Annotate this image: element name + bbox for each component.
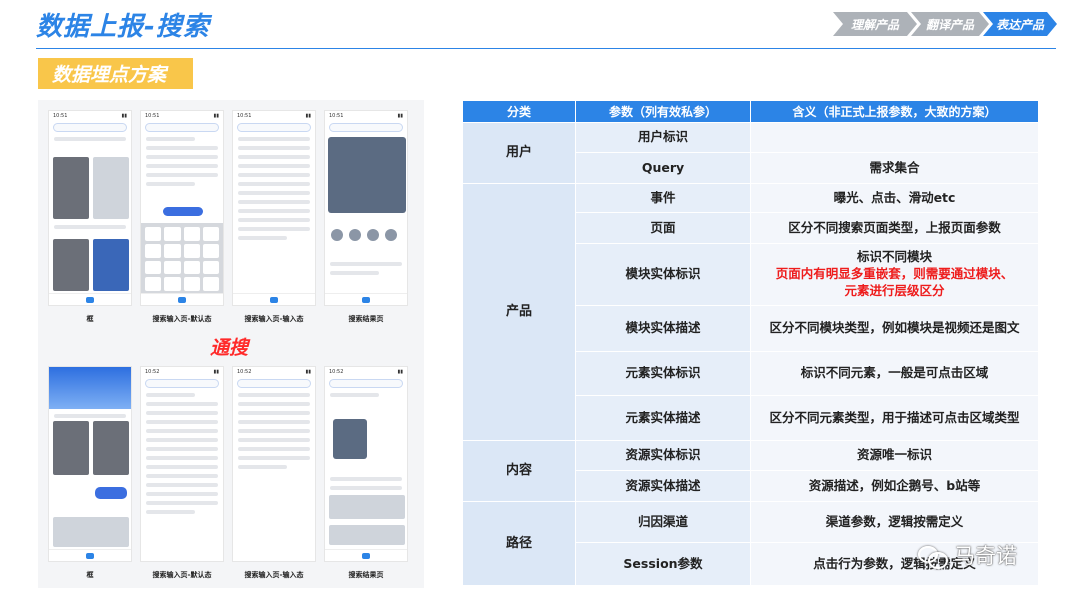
phone-search-result: 10:51 ▮▮ [324, 110, 408, 306]
param-cell: 元素实体描述 [575, 395, 751, 441]
phone-home-2 [48, 366, 132, 562]
label-frame-top: 框 [86, 315, 94, 323]
watermark-text: 马奇诺 [954, 544, 1017, 568]
wechat-icon [918, 544, 948, 569]
step-understand: 理解产品 [833, 12, 917, 36]
param-cell: 归因渠道 [575, 501, 751, 543]
section-tag: 数据埋点方案 [38, 58, 193, 89]
table-row: 产品 事件 曝光、点击、滑动etc [462, 183, 1039, 441]
header-meaning: 含义（非正式上报参数，大致的方案） [750, 100, 1039, 123]
process-steps: 理解产品 翻译产品 表达产品 [833, 12, 1051, 36]
label-input-top: 搜索输入页-输入态 [244, 315, 304, 323]
table-row: 用户 用户标识 [462, 122, 1039, 184]
tracking-param-table: 分类 参数（列有效私参） 含义（非正式上报参数，大致的方案） 用户 用户标识 Q… [462, 100, 1039, 590]
param-cell: 事件 [575, 183, 751, 213]
phone-search-input: 10:51 ▮▮ [232, 110, 316, 306]
header-param: 参数（列有效私参） [575, 100, 751, 123]
label-default-bottom: 搜索输入页-默认态 [152, 571, 212, 579]
desc-cell: 区分不同搜索页面类型，上报页面参数 [750, 212, 1039, 244]
desc-cell: 需求集合 [750, 152, 1039, 184]
phone-home: 10:51 ▮▮ [48, 110, 132, 306]
desc-cell: 资源唯一标识 [750, 440, 1039, 471]
phone-search-default-2: 10:52 ▮▮ [140, 366, 224, 562]
desc-highlight-line: 页面内有明显多重嵌套，则需要通过模块、 [775, 266, 1014, 282]
table-row: 内容 资源实体标识 资源唯一标识 [462, 440, 1039, 502]
category-content: 内容 [462, 440, 576, 502]
desc-cell: 标识不同模块 页面内有明显多重嵌套，则需要通过模块、 元素进行层级区分 [750, 243, 1039, 306]
param-cell: 模块实体描述 [575, 305, 751, 352]
step-express: 表达产品 [983, 12, 1057, 36]
table-header-row: 分类 参数（列有效私参） 含义（非正式上报参数，大致的方案） [462, 100, 1039, 123]
param-cell: 用户标识 [575, 122, 751, 153]
category-product: 产品 [462, 183, 576, 441]
param-cell: 元素实体标识 [575, 351, 751, 396]
phone-search-input-2: 10:52 ▮▮ [232, 366, 316, 562]
param-cell: Query [575, 152, 751, 184]
desc-cell: 区分不同元素类型，用于描述可点击区域类型 [750, 395, 1039, 441]
param-cell: 页面 [575, 212, 751, 244]
param-cell: 资源实体描述 [575, 470, 751, 502]
step-translate: 翻译产品 [911, 12, 989, 36]
label-result-bottom: 搜索结果页 [348, 571, 384, 579]
slide: 数据上报-搜索 理解产品 翻译产品 表达产品 数据埋点方案 10:51 ▮▮ 10… [0, 0, 1080, 606]
desc-line: 标识不同模块 [856, 249, 932, 265]
desc-cell [750, 122, 1039, 153]
table-row: 路径 归因渠道 渠道参数，逻辑按需定义 [462, 501, 1039, 586]
title-divider [36, 48, 1056, 49]
section-general-search: 通搜 [210, 337, 249, 359]
desc-highlight-line: 元素进行层级区分 [844, 282, 945, 298]
category-user: 用户 [462, 122, 576, 184]
desc-cell: 曝光、点击、滑动etc [750, 183, 1039, 213]
wechat-watermark: 马奇诺 [918, 540, 1017, 570]
page-title: 数据上报-搜索 [36, 12, 210, 42]
label-frame-bottom: 框 [86, 571, 94, 579]
desc-cell: 标识不同元素，一般是可点击区域 [750, 351, 1039, 396]
label-result-top: 搜索结果页 [348, 315, 384, 323]
header-category: 分类 [462, 100, 576, 123]
param-cell: 资源实体标识 [575, 440, 751, 471]
desc-cell: 渠道参数，逻辑按需定义 [750, 501, 1039, 543]
screenshots-panel: 10:51 ▮▮ 10:51 ▮▮ 10:51 ▮▮ 10:51 ▮▮ 框 搜索… [38, 100, 424, 588]
desc-cell: 区分不同模块类型，例如模块是视频还是图文 [750, 305, 1039, 352]
desc-cell: 资源描述，例如企鹅号、b站等 [750, 470, 1039, 502]
param-cell: 模块实体标识 [575, 243, 751, 306]
param-cell: Session参数 [575, 542, 751, 586]
label-default-top: 搜索输入页-默认态 [152, 315, 212, 323]
label-input-bottom: 搜索输入页-输入态 [244, 571, 304, 579]
category-path: 路径 [462, 501, 576, 586]
phone-search-result-2: 10:52 ▮▮ [324, 366, 408, 562]
phone-search-default: 10:51 ▮▮ [140, 110, 224, 306]
